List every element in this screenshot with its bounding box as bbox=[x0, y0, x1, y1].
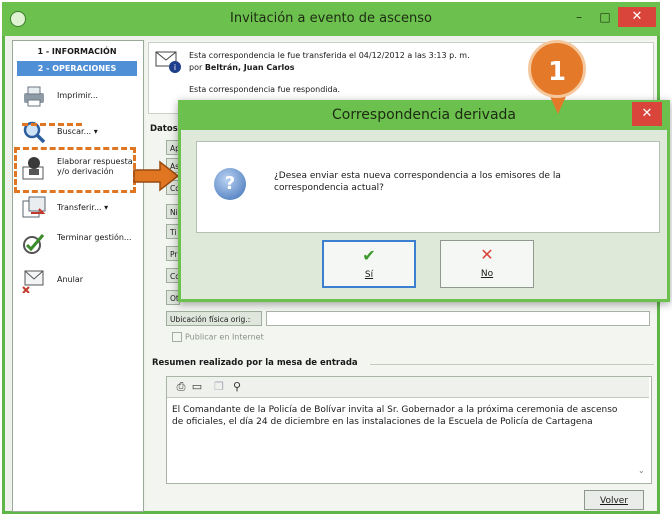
yes-label: Sí bbox=[364, 270, 374, 280]
binoculars-icon[interactable]: ⚲ bbox=[229, 379, 245, 395]
highlight-dash bbox=[22, 123, 82, 126]
yes-button[interactable]: ✔ Sí bbox=[322, 240, 416, 288]
cancel-mail-icon bbox=[22, 270, 44, 293]
callout-badge: 1 bbox=[528, 40, 586, 98]
window-title: Invitación a evento de ascenso bbox=[230, 11, 432, 26]
ubicacion-input[interactable] bbox=[266, 311, 650, 326]
dialog-close-button[interactable]: ✕ bbox=[632, 102, 662, 126]
no-label: No bbox=[480, 269, 494, 279]
sidebar-item-label: Anular bbox=[57, 275, 84, 284]
minimize-button[interactable]: – bbox=[568, 8, 590, 26]
datos-section-label: Datos bbox=[150, 124, 178, 134]
dialog-titlebar: Correspondencia derivada ✕ bbox=[178, 100, 670, 130]
check-icon: ✔ bbox=[362, 246, 376, 265]
printer-icon bbox=[24, 86, 44, 107]
chevron-down-icon[interactable]: ▾ bbox=[104, 203, 108, 212]
checkbox-box[interactable] bbox=[172, 332, 182, 342]
resumen-toolbar: ⎙ ▭ ❐ ⚲ bbox=[167, 377, 649, 398]
sidebar: 1 - INFORMACIÓN 2 - OPERACIONES Imprimir… bbox=[12, 40, 144, 512]
sidebar-item-label: Transferir... bbox=[57, 203, 102, 212]
sidebar-item-terminar-gestion[interactable]: Terminar gestión... bbox=[19, 229, 139, 265]
notice-line3: Esta correspondencia fue respondida. bbox=[189, 85, 341, 94]
publicar-checkbox[interactable]: Publicar en Internet bbox=[172, 332, 264, 342]
sidebar-item-transferir[interactable]: Transferir... ▾ bbox=[19, 193, 139, 229]
transfer-icon bbox=[22, 196, 46, 218]
sidebar-item-label: Imprimir... bbox=[57, 91, 98, 100]
sidebar-item-anular[interactable]: Anular bbox=[19, 265, 139, 301]
section-divider bbox=[370, 364, 654, 365]
publicar-label: Publicar en Internet bbox=[185, 332, 264, 342]
sidebar-item-imprimir[interactable]: Imprimir... bbox=[19, 81, 139, 117]
question-icon: ? bbox=[214, 168, 246, 200]
chevron-down-icon[interactable]: ▾ bbox=[94, 127, 98, 136]
x-icon: ✕ bbox=[480, 245, 494, 264]
finish-icon bbox=[23, 234, 45, 254]
notice-sender: Beltrán, Juan Carlos bbox=[204, 63, 295, 72]
tab-informacion[interactable]: 1 - INFORMACIÓN bbox=[17, 44, 137, 59]
window-titlebar: Invitación a evento de ascenso – □ ✕ bbox=[2, 2, 660, 36]
notice-by: por bbox=[189, 63, 203, 72]
notice-line1: Esta correspondencia le fue transferida … bbox=[189, 51, 470, 60]
tab-operaciones[interactable]: 2 - OPERACIONES bbox=[17, 61, 137, 76]
volver-button[interactable]: Volver bbox=[584, 490, 644, 510]
dialog-message: ¿Desea enviar esta nueva correspondencia… bbox=[274, 171, 561, 193]
no-button[interactable]: ✕ No bbox=[440, 240, 534, 288]
window-close-button[interactable]: ✕ bbox=[618, 7, 656, 27]
arrow-right-icon bbox=[133, 160, 180, 192]
highlight-box bbox=[14, 147, 136, 193]
resumen-text: El Comandante de la Policía de Bolívar i… bbox=[172, 405, 618, 427]
print-icon[interactable]: ⎙ bbox=[173, 379, 189, 395]
preview-icon[interactable]: ▭ bbox=[189, 379, 205, 395]
sidebar-item-label: Terminar gestión... bbox=[57, 233, 132, 242]
ubicacion-label: Ubicación física orig.: bbox=[166, 311, 262, 326]
resumen-section-label: Resumen realizado por la mesa de entrada bbox=[152, 358, 358, 368]
dialog-title: Correspondencia derivada bbox=[332, 107, 516, 123]
maximize-button[interactable]: □ bbox=[594, 8, 616, 26]
sidebar-item-label: Buscar... bbox=[57, 127, 92, 136]
scroll-down-icon[interactable]: ⌄ bbox=[638, 466, 645, 475]
svg-text:i: i bbox=[174, 63, 176, 72]
copy-icon[interactable]: ❐ bbox=[211, 379, 227, 395]
mail-info-icon: i bbox=[155, 51, 181, 73]
